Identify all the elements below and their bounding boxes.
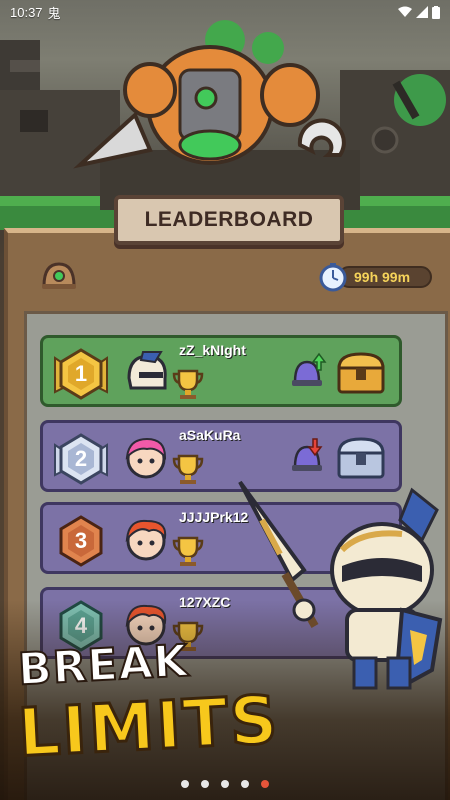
page-dot[interactable] (201, 780, 209, 788)
status-bar: 10:37 鬼 (0, 0, 450, 24)
leaderboard-title-plate: LEADERBOARD (114, 195, 344, 245)
season-timer: 99h 99m (318, 262, 432, 292)
red-hair-avatar-icon (125, 519, 167, 561)
wifi-icon (398, 6, 412, 17)
knight-character-icon (238, 480, 443, 690)
status-time: 10:37 (10, 4, 43, 20)
knight-avatar-icon (127, 351, 167, 390)
trophy-icon (172, 454, 204, 484)
pink-hair-avatar-icon (125, 437, 167, 479)
gold-chest-icon (337, 352, 385, 394)
helmet-button[interactable] (40, 260, 78, 290)
player-name: zZ_kNIght (179, 342, 246, 358)
trophy-icon (172, 369, 204, 399)
stopwatch-icon (319, 263, 347, 292)
leaderboard-row[interactable]: 1 zZ_kNIght (40, 335, 402, 407)
timer-value: 99h 99m (354, 269, 411, 285)
gold-rank-badge-icon: 1 (54, 348, 108, 400)
page-indicator (0, 780, 450, 788)
battery-icon (432, 5, 440, 19)
page-dot[interactable] (181, 780, 189, 788)
rank-number: 2 (75, 446, 87, 471)
page-dot-active[interactable] (261, 780, 269, 788)
rank-up-bell-icon (292, 352, 327, 386)
trophy-icon (172, 536, 204, 566)
page-dot[interactable] (221, 780, 229, 788)
rank-number: 3 (75, 528, 87, 553)
rank-number: 1 (75, 361, 87, 386)
silver-rank-badge-icon: 2 (54, 433, 108, 485)
app-notification-icon: 鬼 (47, 5, 61, 21)
bronze-rank-badge-icon: 3 (59, 515, 103, 567)
game-screen: 10:37 鬼 LEADERBOARD 99h 99m 1 zZ_kNIght … (0, 0, 450, 800)
page-dot[interactable] (241, 780, 249, 788)
signal-icon (416, 6, 428, 18)
player-name: aSaKuRa (179, 427, 241, 443)
leaderboard-title: LEADERBOARD (144, 208, 314, 231)
promo-headline-line2: LIMITS (15, 680, 283, 774)
